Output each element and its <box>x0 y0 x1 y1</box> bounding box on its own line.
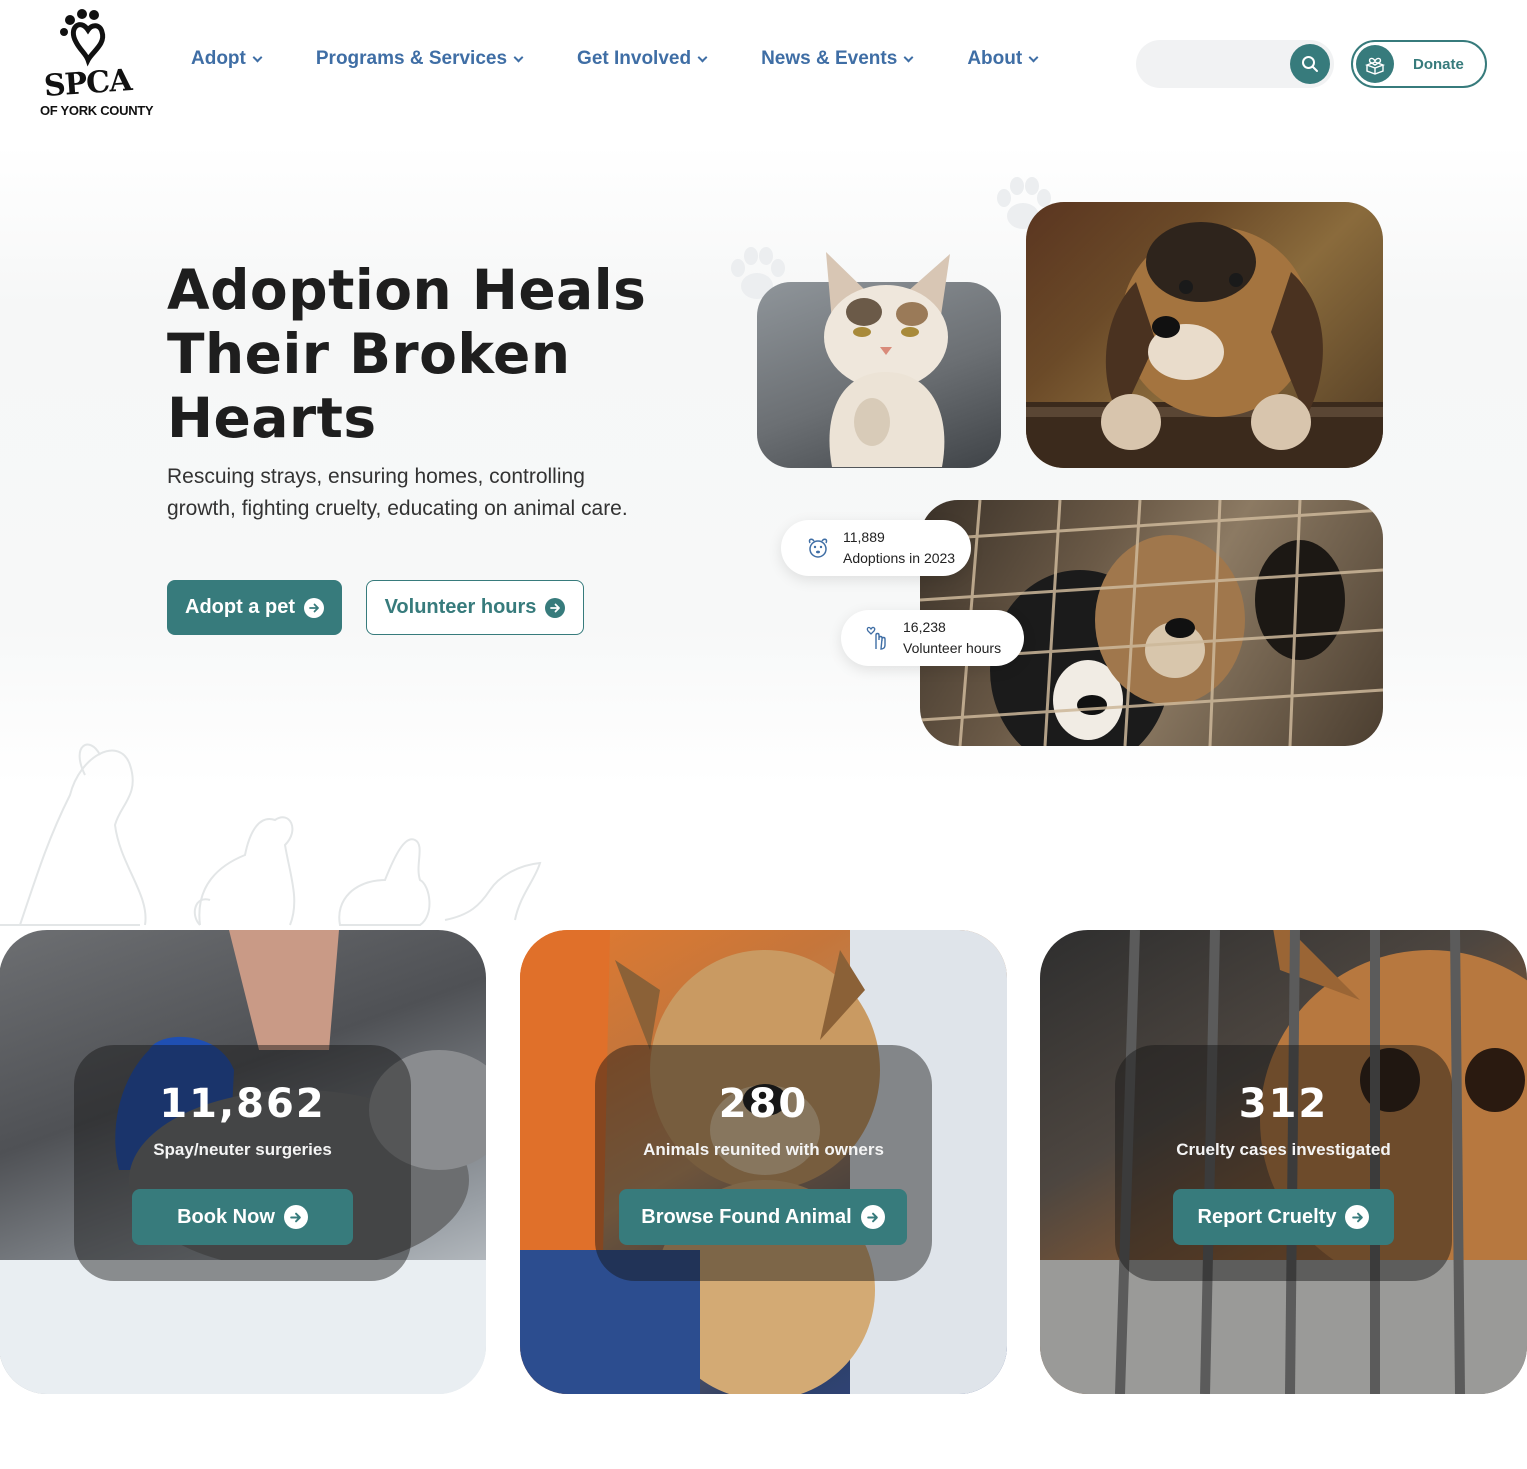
chevron-down-icon <box>252 52 263 63</box>
donate-label: Donate <box>1413 56 1464 73</box>
arrow-right-icon <box>304 597 324 618</box>
cruelty-card: 312 Cruelty cases investigated Report Cr… <box>1040 930 1527 1394</box>
logo-wordmark: SPCA <box>42 62 133 105</box>
nav-item-adopt[interactable]: Adopt <box>191 48 263 70</box>
stat-volunteer-hours: 16,238 Volunteer hours <box>841 610 1024 666</box>
arrow-right-icon <box>283 1205 308 1229</box>
hand-heart-icon <box>865 625 891 651</box>
stat-value: 16,238 <box>903 619 946 635</box>
search-input[interactable] <box>1154 50 1298 80</box>
stat-value: 11,889 <box>843 529 885 545</box>
arrow-right-icon <box>860 1205 885 1229</box>
card-label: Animals reunited with owners <box>643 1140 884 1159</box>
stat-adoptions: 11,889 Adoptions in 2023 <box>781 520 971 576</box>
card-number: 11,862 <box>159 1081 326 1127</box>
spay-neuter-card: 11,862 Spay/neuter surgeries Book Now <box>0 930 486 1394</box>
nav-item-programs-services[interactable]: Programs & Services <box>315 48 524 70</box>
browse-found-animal-button[interactable]: Browse Found Animal <box>619 1189 907 1245</box>
spca-logo[interactable]: SPCA OF YORK COUNTY <box>30 8 154 126</box>
hero-subtitle: Rescuing strays, ensuring homes, control… <box>167 465 628 520</box>
book-now-button[interactable]: Book Now <box>132 1189 353 1245</box>
logo-subtitle: OF YORK COUNTY <box>40 103 154 118</box>
search-box <box>1136 40 1334 88</box>
nav-item-label: Programs & Services <box>315 48 508 69</box>
arrow-right-icon <box>1345 1205 1370 1229</box>
adopt-a-pet-button[interactable]: Adopt a pet <box>167 580 342 635</box>
hero-title: Adoption Heals Their Broken Hearts <box>167 258 647 450</box>
card-number: 312 <box>1238 1081 1329 1127</box>
stat-label: Adoptions in 2023 <box>843 550 956 566</box>
chevron-down-icon <box>903 52 914 63</box>
kitten-illustration <box>824 252 950 467</box>
puppy-on-fence-photo <box>1026 202 1383 468</box>
nav-item-news-events[interactable]: News & Events <box>761 48 914 70</box>
button-label: Report Cruelty <box>1197 1205 1337 1228</box>
nav-item-label: News & Events <box>761 48 898 69</box>
nav-item-label: Get Involved <box>577 48 692 69</box>
button-label: Book Now <box>177 1205 275 1228</box>
dog-face-icon <box>805 535 831 561</box>
chevron-down-icon <box>513 52 524 63</box>
button-label: Browse Found Animal <box>641 1205 852 1228</box>
arrow-right-icon <box>545 597 566 618</box>
search-button[interactable] <box>1290 44 1330 84</box>
volunteer-hours-button[interactable]: Volunteer hours <box>366 580 584 635</box>
pet-silhouettes-decoration <box>0 743 542 926</box>
card-number: 280 <box>718 1081 809 1127</box>
site-header: SPCA OF YORK COUNTY Adopt Programs & Ser… <box>0 0 1527 140</box>
volunteer-hours-label: Volunteer hours <box>384 596 537 618</box>
card-label: Spay/neuter surgeries <box>153 1140 332 1159</box>
nav-item-get-involved[interactable]: Get Involved <box>577 48 708 70</box>
main-nav: Adopt Programs & Services Get Involved N… <box>191 48 1039 70</box>
nav-item-label: About <box>967 48 1023 69</box>
stat-label: Volunteer hours <box>903 640 1002 656</box>
card-label: Cruelty cases investigated <box>1176 1140 1391 1159</box>
nav-item-label: Adopt <box>191 48 246 69</box>
report-cruelty-button[interactable]: Report Cruelty <box>1173 1189 1394 1245</box>
adopt-a-pet-label: Adopt a pet <box>185 596 295 618</box>
gift-box-heart-icon <box>1356 45 1394 83</box>
search-icon <box>1302 56 1318 72</box>
chevron-down-icon <box>1028 52 1039 63</box>
reunited-card: 280 Animals reunited with owners Browse … <box>520 930 1007 1394</box>
chevron-down-icon <box>697 52 708 63</box>
donate-button[interactable]: Donate <box>1351 40 1487 88</box>
nav-item-about[interactable]: About <box>967 48 1039 70</box>
